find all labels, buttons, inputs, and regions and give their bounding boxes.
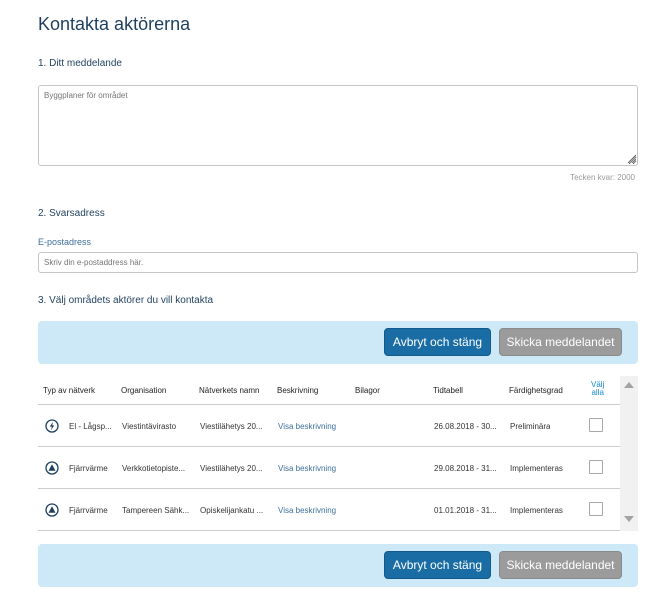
header-network-name[interactable]: Nätverkets namn [199, 386, 259, 395]
triangle-icon [45, 461, 59, 475]
bottom-action-bar: Avbryt och stäng Skicka meddelandet [38, 544, 638, 587]
header-attachments[interactable]: Bilagor [355, 386, 380, 395]
cancel-close-button[interactable]: Avbryt och stäng [384, 551, 491, 579]
cell-network-type: El - Lågsp... [69, 422, 112, 431]
lightning-icon [45, 419, 59, 433]
cell-schedule: 29.08.2018 - 31... [434, 464, 497, 473]
row-checkbox[interactable] [589, 460, 603, 474]
table-header: Typ av nätverk Organisation Nätverkets n… [38, 376, 620, 405]
show-description-link[interactable]: Visa beskrivning [278, 506, 336, 515]
actors-section-title: 3. Välj områdets aktörer du vill kontakt… [38, 295, 214, 306]
header-schedule[interactable]: Tidtabell [433, 386, 463, 395]
message-textarea[interactable] [38, 85, 638, 166]
cell-network-type: Fjärrvärme [69, 506, 108, 515]
cell-schedule: 26.08.2018 - 30... [434, 422, 497, 431]
cell-network-name: Opiskelijankatu ... [200, 506, 264, 515]
reply-section-title: 2. Svarsadress [38, 208, 105, 219]
table-scrollbar[interactable] [620, 376, 638, 531]
cell-readiness: Implementeras [510, 506, 563, 515]
table-row: Fjärrvärme Verkkotietopiste... Viestiläh… [38, 447, 620, 489]
cell-network-name: Viestilähetys 20... [200, 464, 263, 473]
table-row: El - Lågsp... Viestintävirasto Viestiläh… [38, 405, 620, 447]
row-checkbox[interactable] [589, 502, 603, 516]
email-label: E-postadress [38, 237, 92, 247]
header-readiness[interactable]: Färdighetsgrad [509, 386, 563, 395]
cell-organisation: Verkkotietopiste... [122, 464, 186, 473]
table-row: Fjärrvärme Tampereen Sähk... Opiskelijan… [38, 489, 620, 531]
show-description-link[interactable]: Visa beskrivning [278, 422, 336, 431]
select-all-link[interactable]: Välj alla [591, 381, 604, 397]
send-message-button[interactable]: Skicka meddelandet [499, 328, 622, 356]
scroll-up-arrow-icon[interactable] [624, 382, 634, 388]
actors-table: Typ av nätverk Organisation Nätverkets n… [38, 376, 638, 531]
cell-network-type: Fjärrvärme [69, 464, 108, 473]
scroll-down-arrow-icon[interactable] [624, 516, 634, 522]
cancel-close-button[interactable]: Avbryt och stäng [384, 328, 491, 356]
email-input[interactable] [38, 252, 638, 273]
cell-organisation: Viestintävirasto [122, 422, 177, 431]
show-description-link[interactable]: Visa beskrivning [278, 464, 336, 473]
top-action-bar: Avbryt och stäng Skicka meddelandet [38, 321, 638, 364]
cell-readiness: Preliminära [510, 422, 551, 431]
send-message-button[interactable]: Skicka meddelandet [499, 551, 622, 579]
cell-schedule: 01.01.2018 - 31... [434, 506, 497, 515]
cell-organisation: Tampereen Sähk... [122, 506, 190, 515]
select-all-line2: alla [591, 388, 604, 397]
cell-network-name: Viestilähetys 20... [200, 422, 263, 431]
header-organisation[interactable]: Organisation [121, 386, 166, 395]
row-checkbox[interactable] [589, 418, 603, 432]
chars-left-counter: Tecken kvar: 2000 [570, 173, 635, 182]
message-section-title: 1. Ditt meddelande [38, 58, 122, 69]
triangle-icon [45, 503, 59, 517]
header-network-type[interactable]: Typ av nätverk [43, 386, 95, 395]
page-title: Kontakta aktörerna [38, 14, 191, 34]
header-description[interactable]: Beskrivning [277, 386, 318, 395]
cell-readiness: Implementeras [510, 464, 563, 473]
resize-grip-icon[interactable] [626, 153, 636, 163]
